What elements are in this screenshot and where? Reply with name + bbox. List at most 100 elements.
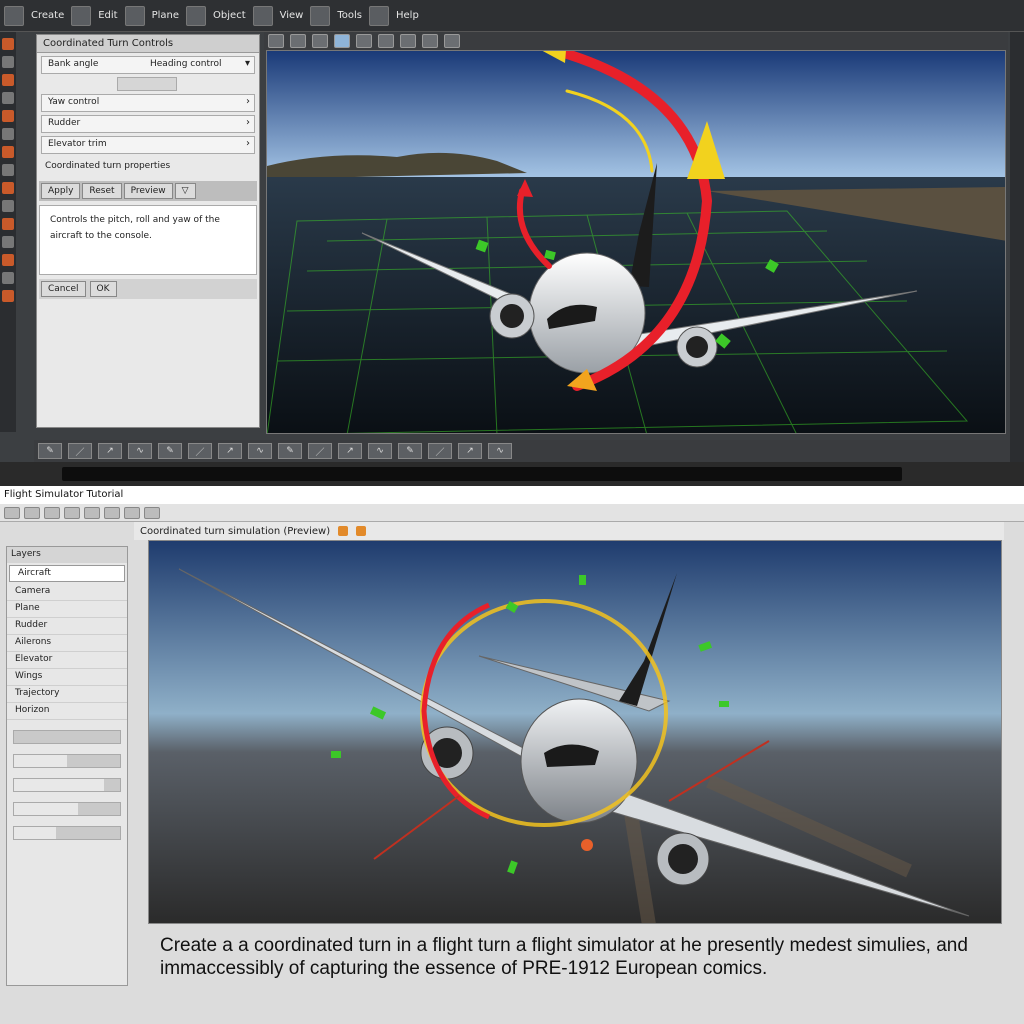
tool-icon[interactable] [2, 200, 14, 212]
record-icon[interactable] [338, 526, 349, 536]
toolbar-button[interactable] [4, 506, 20, 519]
toolbar-button[interactable] [84, 506, 100, 519]
view-mode-button[interactable] [268, 34, 284, 48]
pen-icon[interactable]: ✎ [38, 443, 62, 459]
toolbar-label[interactable]: View [277, 10, 307, 21]
pen-icon[interactable]: ✎ [158, 443, 182, 459]
chevron-down-icon[interactable]: ▾ [245, 58, 250, 69]
line-icon[interactable]: ／ [428, 443, 452, 459]
toolbar-button[interactable] [44, 506, 60, 519]
tool-icon[interactable] [2, 110, 14, 122]
property-slider[interactable] [13, 802, 121, 816]
top-3d-viewport[interactable] [266, 50, 1006, 434]
tool-icon[interactable] [2, 254, 14, 266]
tool-icon[interactable] [2, 128, 14, 140]
prop-row-bank-angle[interactable]: Bank angle Heading control ▾ [41, 56, 255, 74]
apply-button[interactable]: Apply [41, 183, 81, 199]
toolbar-button[interactable] [310, 5, 331, 26]
tool-icon[interactable] [2, 290, 14, 302]
tool-icon[interactable] [2, 164, 14, 176]
view-mode-button[interactable] [400, 34, 416, 48]
arrow-icon[interactable]: ↗ [218, 443, 242, 459]
preview-button[interactable]: Preview [123, 183, 173, 199]
toolbar-button[interactable] [71, 5, 92, 26]
tool-icon[interactable] [2, 182, 14, 194]
arrow-icon[interactable]: ↗ [338, 443, 362, 459]
dropdown-icon[interactable]: ▽ [174, 183, 196, 199]
section-label: Coordinated turn properties [45, 161, 171, 171]
view-mode-button[interactable] [290, 34, 306, 48]
tool-icon[interactable] [2, 146, 14, 158]
pen-icon[interactable]: ✎ [278, 443, 302, 459]
ok-button[interactable]: OK [89, 281, 117, 297]
view-mode-button[interactable] [334, 34, 350, 48]
chevron-right-icon[interactable]: › [246, 117, 250, 128]
layer-item[interactable]: Wings [7, 669, 127, 686]
bottom-3d-viewport[interactable] [148, 540, 1002, 924]
view-mode-button[interactable] [312, 34, 328, 48]
camera-icon[interactable] [356, 526, 367, 536]
toolbar-button[interactable] [104, 506, 120, 519]
view-mode-button[interactable] [444, 34, 460, 48]
property-slider[interactable] [13, 778, 121, 792]
viewport-bottom-toolbar: ✎ ／ ↗ ∿ ✎ ／ ↗ ∿ ✎ ／ ↗ ∿ ✎ ／ ↗ ∿ [34, 440, 1010, 462]
prop-row-elevator-trim[interactable]: Elevator trim › [41, 136, 255, 154]
toolbar-label[interactable]: Create [28, 10, 67, 21]
toolbar-button[interactable] [144, 506, 160, 519]
toolbar-button[interactable] [4, 5, 24, 26]
description-box: Controls the pitch, roll and yaw of the … [39, 205, 257, 275]
toolbar-label[interactable]: Help [393, 10, 422, 21]
layer-item[interactable]: Rudder [7, 618, 127, 635]
cancel-button[interactable]: Cancel [41, 281, 86, 297]
toolbar-button[interactable] [24, 506, 40, 519]
curve-icon[interactable]: ∿ [488, 443, 512, 459]
toolbar-label[interactable]: Tools [334, 10, 365, 21]
line-icon[interactable]: ／ [188, 443, 212, 459]
toolbar-label[interactable]: Plane [149, 10, 182, 21]
arrow-icon[interactable]: ↗ [98, 443, 122, 459]
layer-item[interactable]: Ailerons [7, 635, 127, 652]
line-icon[interactable]: ／ [68, 443, 92, 459]
toolbar-button[interactable] [124, 5, 145, 26]
prop-row-rudder[interactable]: Rudder › [41, 115, 255, 133]
pen-icon[interactable]: ✎ [398, 443, 422, 459]
layer-item[interactable]: Camera [7, 584, 127, 601]
toolbar-label[interactable]: Edit [95, 10, 120, 21]
curve-icon[interactable]: ∿ [368, 443, 392, 459]
tool-icon[interactable] [2, 74, 14, 86]
chevron-right-icon[interactable]: › [246, 96, 250, 107]
arrow-icon[interactable]: ↗ [458, 443, 482, 459]
view-mode-button[interactable] [378, 34, 394, 48]
tool-icon[interactable] [2, 236, 14, 248]
toolbar-button[interactable] [124, 506, 140, 519]
property-slider[interactable] [13, 730, 121, 744]
tool-icon[interactable] [2, 38, 14, 50]
timeline-track[interactable] [62, 467, 902, 481]
reset-button[interactable]: Reset [82, 183, 122, 199]
line-icon[interactable]: ／ [308, 443, 332, 459]
toolbar-button[interactable] [186, 5, 207, 26]
properties-panel: Coordinated Turn Controls Bank angle Hea… [36, 34, 260, 428]
property-slider[interactable] [13, 826, 121, 840]
view-mode-button[interactable] [356, 34, 372, 48]
tool-icon[interactable] [2, 92, 14, 104]
prop-row-yaw-control[interactable]: Yaw control › [41, 94, 255, 112]
layer-item[interactable]: Plane [7, 601, 127, 618]
layer-item[interactable]: Elevator [7, 652, 127, 669]
curve-icon[interactable]: ∿ [248, 443, 272, 459]
toolbar-label[interactable]: Object [210, 10, 249, 21]
tool-icon[interactable] [2, 272, 14, 284]
layer-item[interactable]: Trajectory [7, 686, 127, 703]
value-input[interactable] [117, 77, 177, 91]
toolbar-button[interactable] [64, 506, 80, 519]
tool-icon[interactable] [2, 56, 14, 68]
curve-icon[interactable]: ∿ [128, 443, 152, 459]
layer-item[interactable]: Horizon [7, 703, 127, 720]
view-mode-button[interactable] [422, 34, 438, 48]
tool-icon[interactable] [2, 218, 14, 230]
property-slider[interactable] [13, 754, 121, 768]
toolbar-button[interactable] [252, 5, 273, 26]
chevron-right-icon[interactable]: › [246, 138, 250, 149]
layer-search-input[interactable]: Aircraft [9, 565, 125, 582]
toolbar-button[interactable] [369, 5, 389, 26]
